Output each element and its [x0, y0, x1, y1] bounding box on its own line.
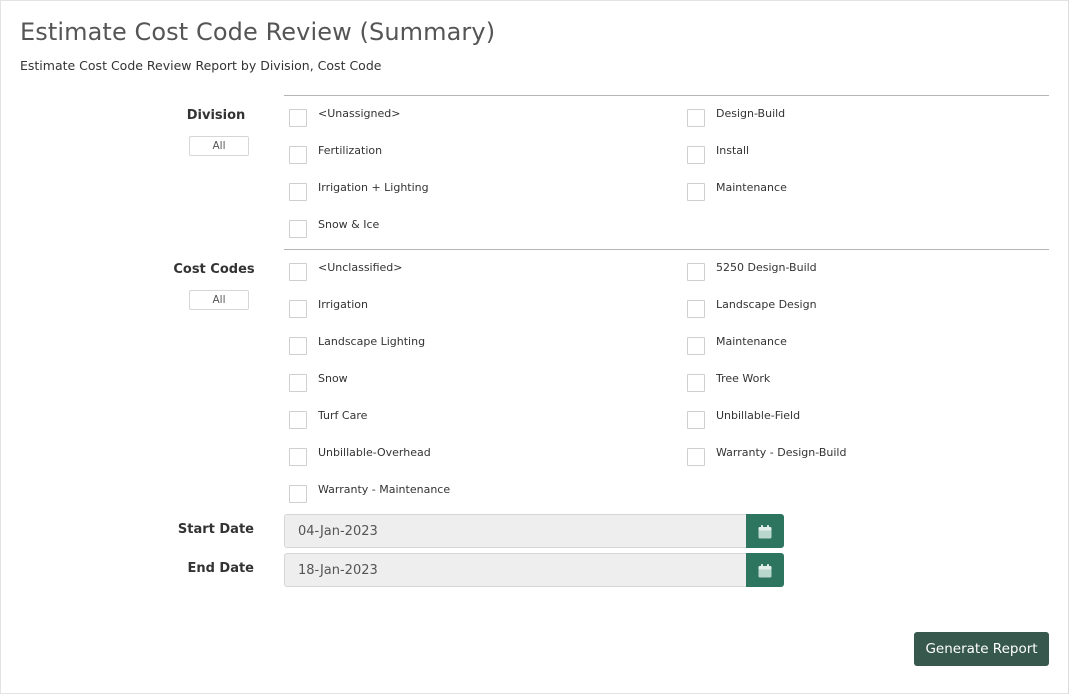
- checkbox[interactable]: [289, 411, 307, 429]
- checkbox[interactable]: [289, 183, 307, 201]
- cost-codes-all-button[interactable]: All: [189, 290, 249, 310]
- checkbox-label: 5250 Design-Build: [716, 261, 817, 274]
- start-date-input[interactable]: [284, 514, 747, 548]
- checkbox-label: <Unassigned>: [318, 107, 401, 120]
- checkbox[interactable]: [289, 220, 307, 238]
- checkbox[interactable]: [289, 300, 307, 318]
- checkbox-label: Landscape Lighting: [318, 335, 426, 348]
- cost-code-checkbox-maintenance[interactable]: Maintenance: [687, 335, 1067, 356]
- checkbox[interactable]: [289, 374, 307, 392]
- checkbox[interactable]: [687, 337, 705, 355]
- cost-codes-label: Cost Codes: [173, 262, 255, 277]
- calendar-icon: [758, 524, 772, 543]
- cost-code-checkbox-unclassified[interactable]: <Unclassified>: [289, 261, 669, 282]
- checkbox-label: Warranty - Design-Build: [716, 446, 847, 459]
- cost-code-checkbox-warranty-design-build[interactable]: Warranty - Design-Build: [687, 446, 1067, 467]
- cost-code-checkbox-snow[interactable]: Snow: [289, 372, 669, 393]
- checkbox[interactable]: [687, 411, 705, 429]
- checkbox[interactable]: [289, 263, 307, 281]
- start-date-calendar-button[interactable]: [746, 514, 784, 548]
- checkbox[interactable]: [687, 263, 705, 281]
- division-checkbox-snow-ice[interactable]: Snow & Ice: [289, 218, 669, 239]
- checkbox-label: Unbillable-Field: [716, 409, 801, 422]
- cost-code-checkbox-irrigation[interactable]: Irrigation: [289, 298, 669, 319]
- checkbox[interactable]: [687, 146, 705, 164]
- cost-code-checkbox-unbillable-field[interactable]: Unbillable-Field: [687, 409, 1067, 430]
- calendar-icon: [758, 563, 772, 582]
- checkbox-label: Fertilization: [318, 144, 383, 157]
- page-subtitle: Estimate Cost Code Review Report by Divi…: [20, 58, 382, 73]
- checkbox-label: Tree Work: [716, 372, 771, 385]
- checkbox-label: Maintenance: [716, 335, 787, 348]
- division-checkbox-install[interactable]: Install: [687, 144, 1067, 165]
- checkbox-label: Irrigation: [318, 298, 368, 311]
- end-date-calendar-button[interactable]: [746, 553, 784, 587]
- start-date-label: Start Date: [177, 522, 254, 537]
- end-date-input[interactable]: [284, 553, 747, 587]
- division-divider: [284, 95, 1049, 96]
- checkbox-label: Design-Build: [716, 107, 786, 120]
- checkbox[interactable]: [687, 300, 705, 318]
- checkbox-label: Turf Care: [318, 409, 368, 422]
- cost-code-checkbox-5250-design-build[interactable]: 5250 Design-Build: [687, 261, 1067, 282]
- division-checkbox-maintenance[interactable]: Maintenance: [687, 181, 1067, 202]
- checkbox-label: Install: [716, 144, 750, 157]
- division-checkbox-irrigation-lighting[interactable]: Irrigation + Lighting: [289, 181, 669, 202]
- cost-code-checkbox-turf-care[interactable]: Turf Care: [289, 409, 669, 430]
- cost-code-checkbox-tree-work[interactable]: Tree Work: [687, 372, 1067, 393]
- checkbox-label: Snow & Ice: [318, 218, 380, 231]
- checkbox[interactable]: [289, 337, 307, 355]
- checkbox-label: Unbillable-Overhead: [318, 446, 431, 459]
- checkbox-label: Snow: [318, 372, 348, 385]
- cost-code-checkbox-landscape-lighting[interactable]: Landscape Lighting: [289, 335, 669, 356]
- generate-report-button[interactable]: Generate Report: [914, 632, 1049, 666]
- division-all-button[interactable]: All: [189, 136, 249, 156]
- end-date-label: End Date: [187, 561, 254, 576]
- checkbox-label: <Unclassified>: [318, 261, 403, 274]
- checkbox[interactable]: [687, 109, 705, 127]
- checkbox[interactable]: [289, 485, 307, 503]
- cost-code-checkbox-unbillable-overhead[interactable]: Unbillable-Overhead: [289, 446, 669, 467]
- checkbox-label: Irrigation + Lighting: [318, 181, 429, 194]
- division-checkbox-unassigned[interactable]: <Unassigned>: [289, 107, 669, 128]
- checkbox[interactable]: [687, 448, 705, 466]
- cost-codes-divider: [284, 249, 1049, 250]
- checkbox[interactable]: [289, 448, 307, 466]
- checkbox[interactable]: [289, 146, 307, 164]
- checkbox[interactable]: [289, 109, 307, 127]
- report-panel: Estimate Cost Code Review (Summary) Esti…: [0, 0, 1069, 694]
- division-checkbox-design-build[interactable]: Design-Build: [687, 107, 1067, 128]
- cost-code-checkbox-landscape-design[interactable]: Landscape Design: [687, 298, 1067, 319]
- checkbox[interactable]: [687, 374, 705, 392]
- checkbox-label: Maintenance: [716, 181, 787, 194]
- division-checkbox-fertilization[interactable]: Fertilization: [289, 144, 669, 165]
- cost-code-checkbox-warranty-maintenance[interactable]: Warranty - Maintenance: [289, 483, 669, 504]
- division-label: Division: [186, 108, 246, 123]
- checkbox-label: Landscape Design: [716, 298, 817, 311]
- page-title: Estimate Cost Code Review (Summary): [20, 18, 496, 46]
- checkbox[interactable]: [687, 183, 705, 201]
- checkbox-label: Warranty - Maintenance: [318, 483, 451, 496]
